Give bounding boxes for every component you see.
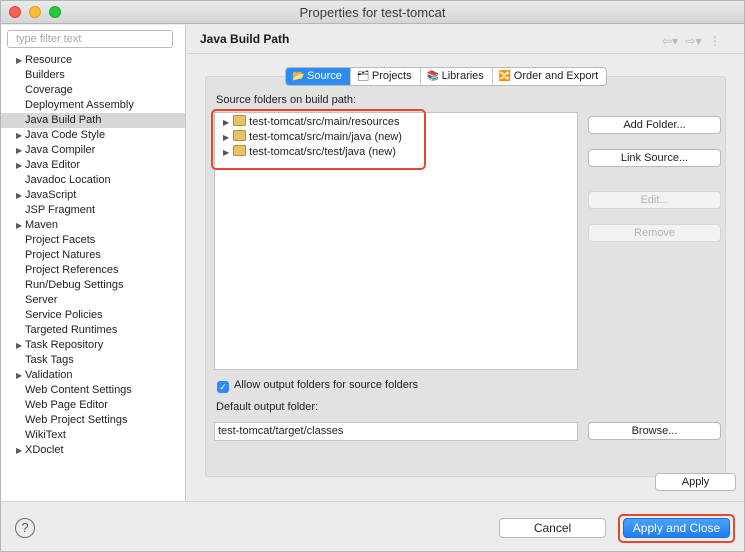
window-title: Properties for test-tomcat [299,5,446,20]
sidebar-item-label: Project Facets [25,234,96,246]
filter-input[interactable]: type filter text [7,30,173,48]
help-icon[interactable]: ? [15,518,35,538]
expand-arrow-icon[interactable]: ▶ [16,368,22,383]
link-source-button[interactable]: Link Source... [588,149,721,167]
sidebar-item-label: Maven [25,219,59,231]
apply-button[interactable]: Apply [655,473,736,491]
sidebar-item-label: Java Build Path [25,114,102,126]
edit-button[interactable]: Edit... [588,191,721,209]
main-panel: Java Build Path ⇦▾ ⇨▾ ⋮ 📂 Source 🗂 Project… [187,25,744,501]
default-output-field[interactable]: test-tomcat/target/classes [214,422,578,441]
annotation-highlight [211,109,426,170]
allow-output-checkbox[interactable]: ✓ [217,381,229,393]
apply-and-close-button[interactable]: Apply and Close [623,518,730,538]
source-folder-icon: 📂 [292,71,305,82]
sidebar: type filter text ▶ Resource Builders Covera… [1,25,186,501]
sidebar-item-label: Web Project Settings [25,414,128,426]
sidebar-item-label: Validation [25,369,73,381]
sidebar-item-label: Deployment Assembly [25,99,134,111]
expand-arrow-icon[interactable]: ▶ [16,218,22,233]
sidebar-item-label: JSP Fragment [25,204,96,216]
back-icon[interactable]: ⇦▾ [662,34,678,48]
libraries-icon: 📚 [426,71,440,82]
expand-arrow-icon[interactable]: ▶ [16,128,22,143]
order-export-icon: 🔀 [498,71,512,82]
sidebar-item-label: Javadoc Location [25,174,111,186]
default-output-label: Default output folder: [216,401,319,413]
add-folder-button[interactable]: Add Folder... [588,116,721,134]
source-folders-label: Source folders on build path: [216,94,357,106]
sidebar-item-label: Server [25,294,58,306]
sidebar-item-label: Service Policies [25,309,103,321]
sidebar-item-label: Web Content Settings [25,384,132,396]
expand-arrow-icon[interactable]: ▶ [16,53,22,68]
sidebar-item-label: Project Natures [25,249,101,261]
properties-dialog: Properties for test-tomcat type filter t… [0,0,745,552]
sidebar-item-label: Builders [25,69,65,81]
forward-icon[interactable]: ⇨▾ [685,34,701,48]
header-divider [187,53,744,54]
sidebar-item-label: Java Code Style [25,129,106,141]
expand-arrow-icon[interactable]: ▶ [16,158,22,173]
sidebar-item-label: XDoclet [25,444,64,456]
cancel-button[interactable]: Cancel [499,518,606,538]
sidebar-item-label: JavaScript [25,189,77,201]
sidebar-item-label: Resource [25,54,73,66]
expand-arrow-icon[interactable]: ▶ [16,338,22,353]
sidebar-item-label: Run/Debug Settings [25,279,124,291]
title-bar: Properties for test-tomcat [1,1,744,24]
remove-button[interactable]: Remove [588,224,721,242]
sidebar-item-label: Targeted Runtimes [25,324,118,336]
sidebar-item-label: Project References [25,264,119,276]
dialog-footer: ? Cancel Apply and Close [1,501,744,551]
view-menu-icon[interactable]: ⋮ [709,34,721,48]
browse-button[interactable]: Browse... [588,422,721,440]
expand-arrow-icon[interactable]: ▶ [16,188,22,203]
tab-projects[interactable]: 🗂 Projects [351,68,421,85]
allow-output-folders-option[interactable]: ✓ Allow output folders for source folders [217,378,418,393]
tab-source[interactable]: 📂 Source [286,68,351,85]
sidebar-item-label: Web Page Editor [25,399,108,411]
tab-bar: 📂 Source 🗂 Projects 📚 Libraries 🔀 Order and … [285,67,608,86]
page-title: Java Build Path [200,32,290,46]
sidebar-item-label: Java Editor [25,159,81,171]
tab-libraries[interactable]: 📚 Libraries [421,68,493,85]
sidebar-item-java-build-path[interactable]: Java Build Path [1,113,185,128]
sidebar-item-label: Task Tags [25,354,74,366]
expand-arrow-icon[interactable]: ▶ [16,443,22,458]
sidebar-item-label: Java Compiler [25,144,96,156]
sidebar-item-label: Task Repository [25,339,104,351]
tab-order-export[interactable]: 🔀 Order and Export [493,68,606,85]
history-nav: ⇦▾ ⇨▾ ⋮ [662,34,721,48]
projects-icon: 🗂 [356,71,370,82]
expand-arrow-icon[interactable]: ▶ [16,143,22,158]
sidebar-item-label: Coverage [25,84,73,96]
sidebar-item-label: WikiText [25,429,66,441]
